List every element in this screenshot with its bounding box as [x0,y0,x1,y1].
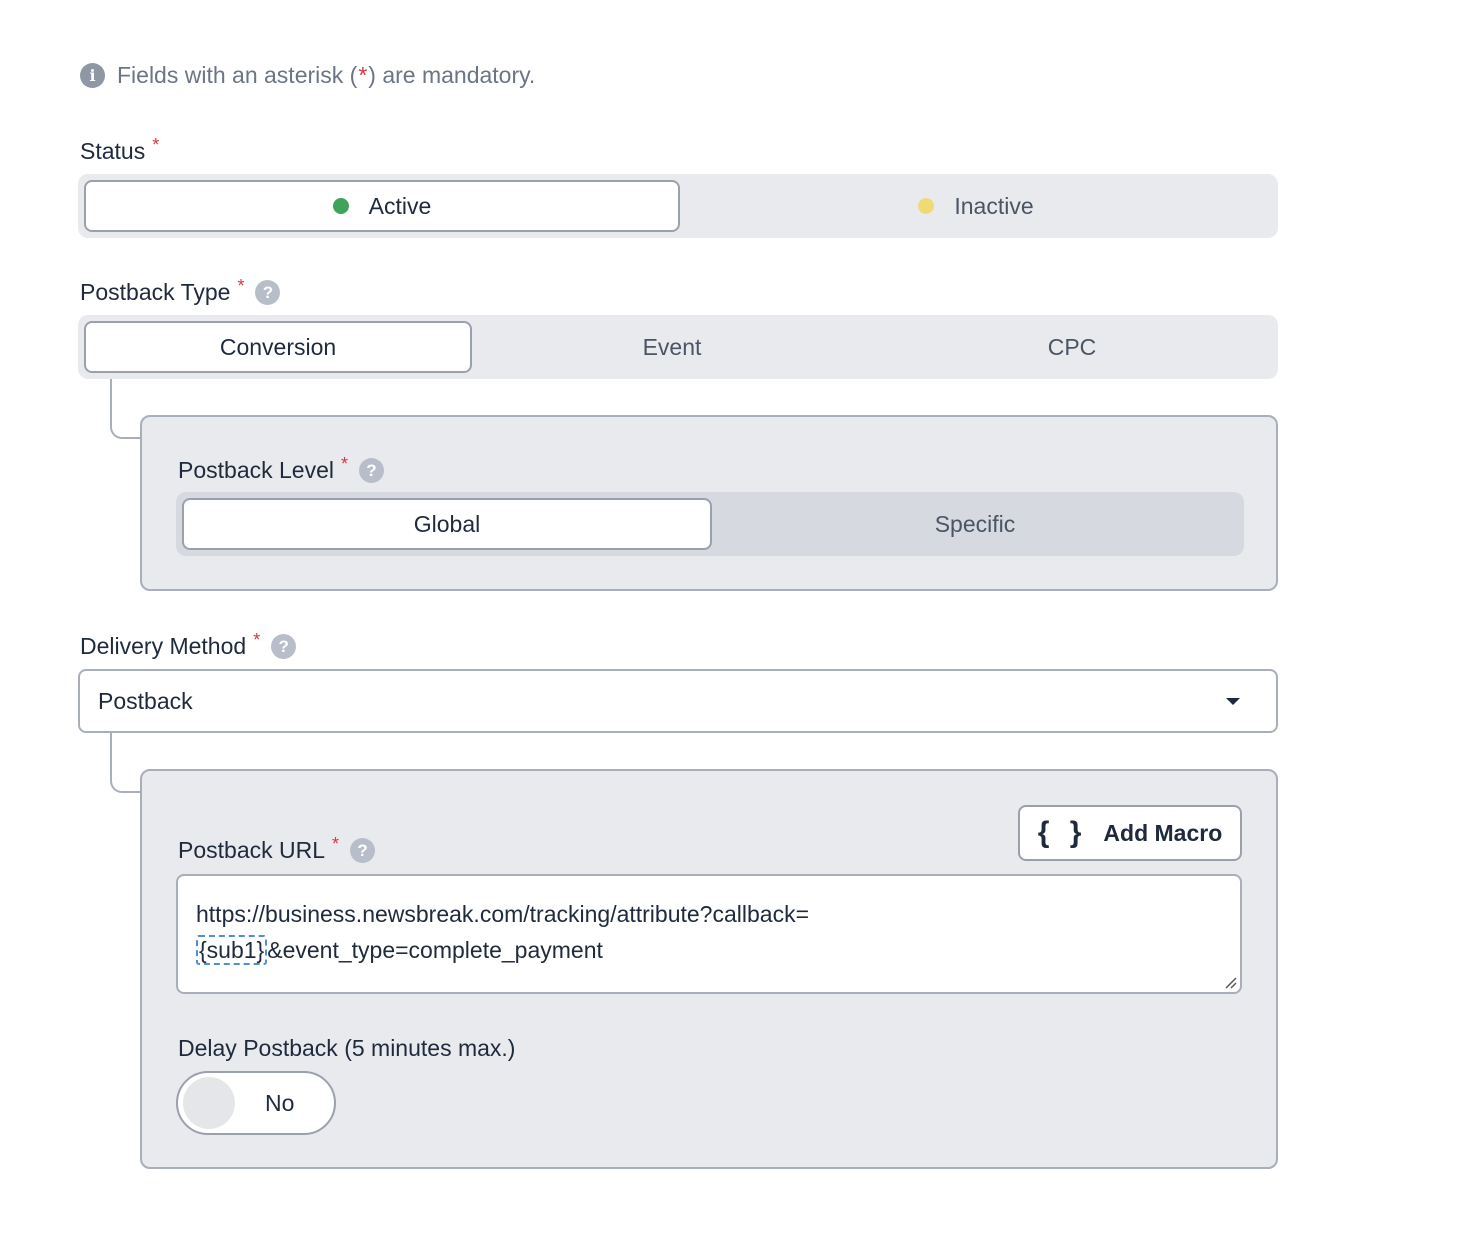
postback-type-segmented-control: Conversion Event CPC [78,315,1278,379]
status-option-inactive[interactable]: Inactive [680,180,1272,232]
status-label: Status * [80,135,160,165]
required-asterisk: * [237,276,245,296]
delay-postback-label: Delay Postback (5 minutes max.) [178,1035,515,1062]
postback-type-label-text: Postback Type [80,279,231,305]
required-asterisk: * [332,834,340,854]
status-option-label: Inactive [954,192,1034,219]
delivery-method-select[interactable]: Postback [78,669,1278,733]
help-icon[interactable]: ? [359,458,384,483]
postback-level-label-text: Postback Level [178,457,334,483]
toggle-value: No [265,1089,295,1116]
active-status-dot-icon [332,198,349,214]
add-macro-label: Add Macro [1103,819,1223,846]
postback-level-option-global[interactable]: Global [182,498,712,550]
notice-text-after: ) are mandatory. [368,62,536,88]
postback-level-option-specific[interactable]: Specific [712,498,1238,550]
braces-icon: { } [1037,816,1088,849]
postback-type-option-conversion[interactable]: Conversion [84,321,472,373]
delivery-method-value: Postback [98,687,193,714]
url-line-2-rest: &event_type=complete_payment [267,937,603,963]
url-line-2: {sub1} &event_type=complete_payment [196,932,1222,968]
status-label-text: Status [80,138,146,164]
postback-type-option-event[interactable]: Event [472,321,872,373]
postback-type-option-cpc[interactable]: CPC [872,321,1272,373]
chevron-down-icon [1226,697,1240,705]
required-asterisk: * [152,135,160,155]
postback-type-label: Postback Type *? [80,276,281,306]
postback-url-label: Postback URL *? [178,834,376,864]
info-icon: i [80,63,105,88]
add-macro-button[interactable]: { } Add Macro [1018,805,1242,861]
status-option-label: Active [368,192,432,219]
postback-level-panel: Postback Level *? Global Specific [140,415,1278,591]
macro-token[interactable]: {sub1} [196,935,268,965]
required-asterisk: * [340,454,348,474]
inactive-status-dot-icon [918,198,935,214]
status-segmented-control: Active Inactive [78,174,1278,238]
option-label: CPC [1047,333,1097,360]
option-label: Global [413,510,481,537]
url-line-1: https://business.newsbreak.com/tracking/… [196,901,810,927]
help-icon[interactable]: ? [271,634,297,659]
resize-handle-icon[interactable] [1223,975,1237,989]
notice-text-before: Fields with an asterisk ( [117,62,358,88]
help-icon[interactable]: ? [350,838,376,863]
delay-postback-toggle[interactable]: No [176,1071,336,1135]
tree-connector [110,733,142,793]
delivery-method-label: Delivery Method *? [80,630,297,660]
option-label: Specific [934,510,1016,537]
delivery-method-label-text: Delivery Method [80,633,247,659]
delay-postback-label-text: Delay Postback (5 minutes max.) [178,1035,516,1061]
toggle-knob [183,1077,235,1129]
notice-asterisk: * [358,62,368,88]
option-label: Event [642,333,702,360]
postback-url-textarea[interactable]: https://business.newsbreak.com/tracking/… [176,874,1242,994]
status-option-active[interactable]: Active [84,180,680,232]
help-icon[interactable]: ? [255,280,281,305]
postback-level-label: Postback Level *? [178,454,384,484]
option-label: Conversion [219,333,337,360]
postback-url-label-text: Postback URL [178,837,326,863]
required-asterisk: * [253,630,261,650]
mandatory-notice: i Fields with an asterisk (*) are mandat… [80,62,535,89]
postback-level-segmented-control: Global Specific [176,492,1244,556]
postback-url-panel: Postback URL *? { } Add Macro https://bus… [140,769,1278,1169]
tree-connector [110,379,142,439]
